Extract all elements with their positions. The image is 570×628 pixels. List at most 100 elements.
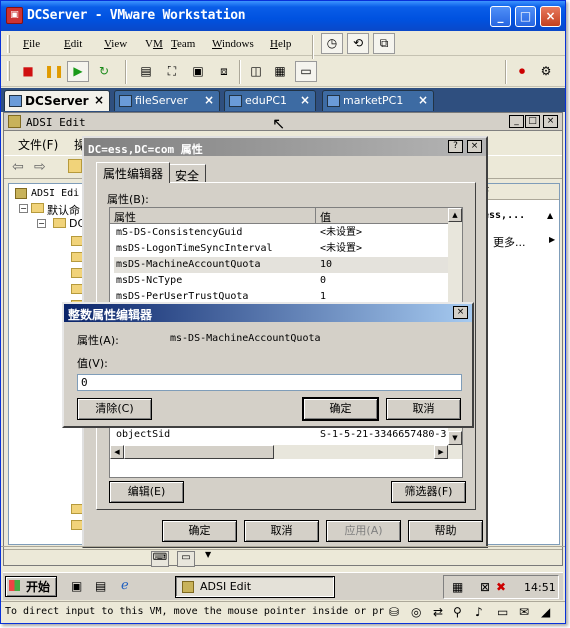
table-row[interactable]: mS-DS-ConsistencyGuid <未设置> [114, 225, 450, 241]
minimize-button[interactable]: _ [490, 6, 511, 27]
tree-expand-icon[interactable]: − [19, 204, 28, 213]
show-desktop-icon[interactable]: ▣ [71, 579, 82, 593]
tab-marketpc1[interactable]: marketPC1 × [322, 90, 434, 111]
menu-team[interactable]: Team [171, 38, 195, 50]
monitor-icon[interactable]: ▭ [177, 551, 195, 567]
menu-view[interactable]: View [104, 38, 127, 50]
forward-arrow-icon[interactable]: ⇨ [34, 159, 46, 175]
up-folder-icon[interactable] [68, 159, 82, 173]
table-row[interactable]: msDS-NcType 0 [114, 273, 450, 289]
start-button[interactable]: 开始 [5, 576, 57, 597]
tab-close-icon[interactable]: × [204, 93, 214, 107]
apply-button[interactable]: 应用(A) [326, 520, 401, 542]
vm-console[interactable]: ADSI Edit _ □ × 文件(F) 操 ⇦ ⇨ ADSI Edi − 默… [3, 112, 563, 566]
tree-root-label[interactable]: ADSI Edi [31, 188, 79, 199]
scroll-down-icon[interactable]: ▼ [448, 431, 462, 445]
snapshot-icon[interactable]: ◷ [321, 33, 343, 54]
console-view-icon[interactable]: ◫ [245, 61, 267, 82]
properties-title-bar[interactable]: DC=ess,DC=com 属性 ? × [84, 138, 486, 156]
menu-vm[interactable]: VM [145, 38, 163, 50]
cd-rom-icon[interactable]: ◎ [411, 605, 421, 619]
tab-close-icon[interactable]: × [418, 93, 428, 107]
integer-editor-title-bar[interactable]: 整数属性编辑器 × [64, 304, 472, 322]
full-screen-icon[interactable]: ⛶ [161, 61, 183, 82]
network-warning-icon[interactable]: ⊠ [480, 580, 490, 594]
network-icon[interactable]: ▦ [452, 580, 463, 594]
resize-grip-icon[interactable]: ◢ [541, 605, 550, 619]
tab-security[interactable]: 安全 [168, 164, 207, 183]
snapshot-manager-icon[interactable]: ⧉ [373, 33, 395, 54]
chevron-up-icon[interactable]: ▲ [547, 211, 553, 220]
chevron-down-icon[interactable]: ▼ [205, 550, 211, 559]
menu-help[interactable]: Help [270, 38, 291, 50]
sidebar-icon[interactable]: ▤ [135, 61, 157, 82]
adsi-close-button[interactable]: × [543, 115, 558, 128]
quick-switch-icon[interactable]: ▣ [187, 61, 209, 82]
table-row[interactable]: objectSid S-1-5-21-3346657480-3 [114, 427, 450, 443]
value-input[interactable]: 0 [77, 374, 462, 391]
table-row[interactable]: msDS-LogonTimeSyncInterval <未设置> [114, 241, 450, 257]
tree-expand-icon[interactable]: − [37, 219, 46, 228]
scroll-thumb[interactable] [124, 445, 274, 459]
adsi-maximize-button[interactable]: □ [525, 115, 540, 128]
sound-icon[interactable]: ♪ [475, 605, 483, 619]
tab-dcserver[interactable]: DCServer × [4, 90, 110, 111]
integer-ok-button[interactable]: 确定 [303, 398, 378, 420]
menu-edit[interactable]: Edit [64, 38, 82, 50]
tab-edupc1[interactable]: eduPC1 × [224, 90, 316, 111]
menu-file[interactable]: File [23, 38, 40, 50]
network-adapter-icon[interactable]: ⇄ [433, 605, 443, 619]
scroll-up-icon[interactable]: ▲ [448, 208, 462, 222]
tab-attribute-editor[interactable]: 属性编辑器 [96, 162, 171, 183]
horizontal-scrollbar[interactable]: ◀ ▶ [110, 445, 462, 459]
record-icon[interactable]: ⏺ [511, 61, 533, 82]
internet-explorer-icon[interactable]: ℯ [121, 578, 129, 593]
maximize-button[interactable]: □ [515, 6, 536, 27]
scroll-left-icon[interactable]: ◀ [110, 445, 124, 459]
tab-close-icon[interactable]: × [94, 93, 104, 107]
column-header-attribute[interactable]: 属性 [110, 208, 316, 224]
thumbnail-icon[interactable]: ▦ [269, 61, 291, 82]
usb-icon[interactable]: ⚲ [453, 605, 462, 619]
message-icon[interactable]: ✉ [519, 605, 529, 619]
help-button[interactable]: 帮助 [408, 520, 483, 542]
filter-button[interactable]: 筛选器(F) [391, 481, 466, 503]
unity-icon[interactable]: ⧈ [213, 61, 235, 82]
integer-cancel-button[interactable]: 取消 [386, 398, 461, 420]
volume-muted-icon[interactable]: ✖ [496, 580, 506, 594]
power-on-icon[interactable]: ▶ [67, 61, 89, 82]
suspend-icon[interactable]: ❚❚ [43, 61, 65, 82]
floppy-icon[interactable]: ▭ [497, 605, 508, 619]
menu-windows[interactable]: Windows [212, 38, 254, 50]
cancel-button[interactable]: 取消 [244, 520, 319, 542]
properties-close-button[interactable]: × [467, 140, 482, 153]
integer-editor-close-button[interactable]: × [453, 306, 468, 319]
reset-icon[interactable]: ↻ [93, 61, 115, 82]
power-off-icon[interactable]: ■ [17, 61, 39, 82]
table-row[interactable]: msDS-MachineAccountQuota 10 [114, 257, 450, 273]
replay-icon[interactable]: ⚙ [535, 61, 557, 82]
ok-button[interactable]: 确定 [162, 520, 237, 542]
properties-help-button[interactable]: ? [448, 140, 463, 153]
server-manager-icon[interactable]: ▤ [95, 579, 106, 593]
hard-disk-icon[interactable]: ⛁ [389, 605, 399, 619]
edit-button[interactable]: 编辑(E) [109, 481, 184, 503]
summary-view-icon[interactable]: ▭ [295, 61, 317, 82]
tab-close-icon[interactable]: × [300, 93, 310, 107]
title-bar[interactable]: ▣ DCServer - VMware Workstation _ □ × [1, 1, 565, 31]
close-button[interactable]: × [540, 6, 561, 27]
column-header-value[interactable]: 值 [316, 208, 450, 224]
keyboard-icon[interactable]: ⌨ [151, 551, 169, 567]
tree-default-naming-context[interactable]: 默认命 [47, 202, 80, 218]
back-arrow-icon[interactable]: ⇦ [12, 159, 24, 175]
chevron-right-icon[interactable]: ▶ [549, 235, 555, 244]
taskbar-adsi-edit[interactable]: ADSI Edit [175, 576, 335, 598]
tab-fileserver[interactable]: fileServer × [114, 90, 220, 111]
clear-button[interactable]: 清除(C) [77, 398, 152, 420]
adsi-menu-file[interactable]: 文件(F) [18, 136, 58, 153]
toolbar-grip [7, 61, 10, 81]
actions-more-link[interactable]: 更多... [493, 234, 526, 250]
adsi-minimize-button[interactable]: _ [509, 115, 524, 128]
scroll-right-icon[interactable]: ▶ [434, 445, 448, 459]
revert-snapshot-icon[interactable]: ⟲ [347, 33, 369, 54]
